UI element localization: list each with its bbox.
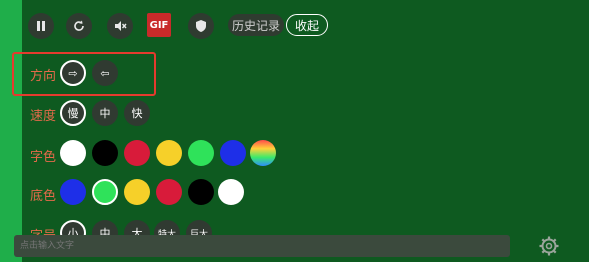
mute-button[interactable] xyxy=(107,13,133,39)
pause-icon xyxy=(37,21,45,31)
font-color-red[interactable] xyxy=(124,140,150,166)
font-color-green[interactable] xyxy=(188,140,214,166)
speed-medium-button[interactable]: 中 xyxy=(92,100,118,126)
font-color-yellow[interactable] xyxy=(156,140,182,166)
history-button[interactable]: 历史记录 xyxy=(228,14,284,36)
history-label: 历史记录 xyxy=(231,18,280,33)
bg-color-red[interactable] xyxy=(156,179,182,205)
gif-label: GIF xyxy=(149,19,169,31)
arrow-left-icon: ⇦ xyxy=(100,66,110,80)
gear-icon xyxy=(539,236,559,256)
collapse-button[interactable]: 收起 xyxy=(286,14,328,36)
font-color-blue[interactable] xyxy=(220,140,246,166)
canvas-background xyxy=(0,0,589,262)
font-color-white[interactable] xyxy=(60,140,86,166)
refresh-icon xyxy=(74,20,84,31)
font-color-rainbow[interactable] xyxy=(250,140,276,166)
bg-color-green[interactable] xyxy=(92,179,118,205)
shield-icon xyxy=(196,20,206,32)
speed-fast-label: 快 xyxy=(131,107,143,120)
background-color-label: 底色 xyxy=(30,189,57,204)
pause-button[interactable] xyxy=(28,13,54,39)
bg-color-black[interactable] xyxy=(188,179,214,205)
speed-fast-button[interactable]: 快 xyxy=(124,100,150,126)
speed-medium-label: 中 xyxy=(99,107,111,120)
speed-slow-label: 慢 xyxy=(67,107,79,120)
speed-label: 速度 xyxy=(30,109,57,124)
bg-color-white[interactable] xyxy=(218,179,244,205)
arrow-right-icon: ⇨ xyxy=(68,66,78,80)
bg-color-blue[interactable] xyxy=(60,179,86,205)
direction-right-button[interactable]: ⇨ xyxy=(60,60,86,86)
font-color-black[interactable] xyxy=(92,140,118,166)
direction-left-button[interactable]: ⇦ xyxy=(92,60,118,86)
direction-label: 方向 xyxy=(30,69,57,84)
mute-icon xyxy=(115,21,127,31)
left-edge-strip xyxy=(0,0,22,262)
font-color-label: 字色 xyxy=(30,150,57,165)
bg-color-yellow[interactable] xyxy=(124,179,150,205)
text-input[interactable] xyxy=(14,235,510,257)
shield-button[interactable] xyxy=(188,13,214,39)
speed-slow-button[interactable]: 慢 xyxy=(60,100,86,126)
settings-button[interactable] xyxy=(538,235,560,257)
gif-button[interactable]: GIF xyxy=(147,13,171,37)
refresh-button[interactable] xyxy=(66,13,92,39)
collapse-label: 收起 xyxy=(294,18,319,33)
